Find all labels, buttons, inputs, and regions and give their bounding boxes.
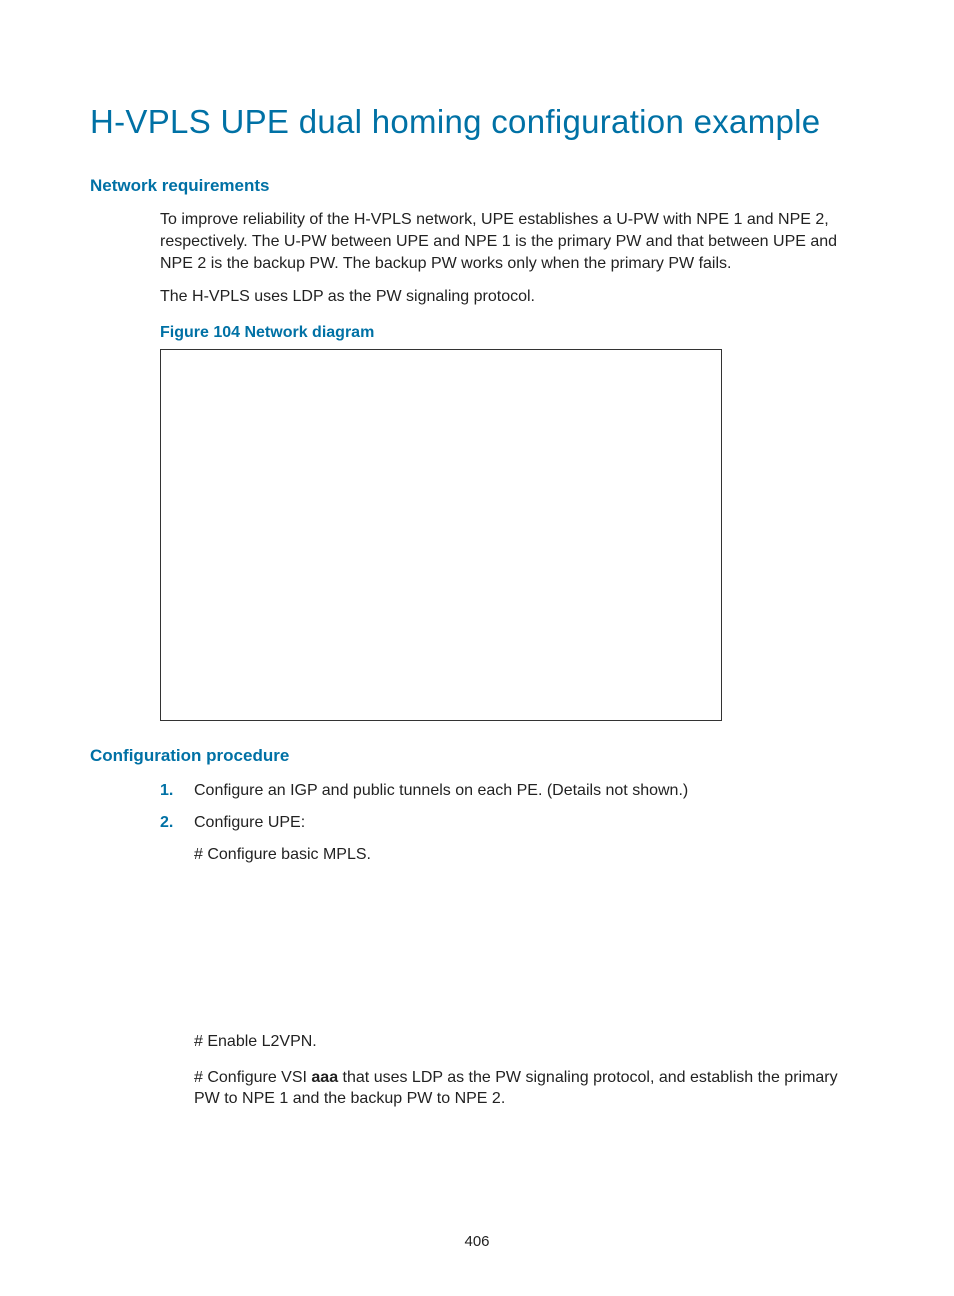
step-text: Configure UPE: bbox=[194, 812, 864, 834]
step-text: Configure an IGP and public tunnels on e… bbox=[194, 780, 864, 802]
procedure-step-1: 1. Configure an IGP and public tunnels o… bbox=[160, 780, 864, 802]
substep-configure-mpls: # Configure basic MPLS. bbox=[194, 844, 864, 866]
procedure-list: 1. Configure an IGP and public tunnels o… bbox=[160, 780, 864, 833]
nr-para-1: To improve reliability of the H-VPLS net… bbox=[160, 209, 864, 274]
blank-gap bbox=[90, 879, 864, 1029]
page-number: 406 bbox=[0, 1232, 954, 1252]
vsi-name-bold: aaa bbox=[311, 1069, 338, 1086]
page-title: H-VPLS UPE dual homing configuration exa… bbox=[90, 100, 864, 145]
config-procedure-body: 1. Configure an IGP and public tunnels o… bbox=[160, 780, 864, 833]
network-requirements-body: To improve reliability of the H-VPLS net… bbox=[160, 209, 864, 721]
heading-configuration-procedure: Configuration procedure bbox=[90, 745, 864, 768]
page-container: H-VPLS UPE dual homing configuration exa… bbox=[0, 0, 954, 1296]
heading-network-requirements: Network requirements bbox=[90, 175, 864, 198]
substep-enable-l2vpn: # Enable L2VPN. bbox=[194, 1031, 864, 1053]
step-number: 1. bbox=[160, 780, 194, 802]
substep-configure-vsi: # Configure VSI aaa that uses LDP as the… bbox=[194, 1067, 864, 1110]
procedure-step-2: 2. Configure UPE: bbox=[160, 812, 864, 834]
vsi-text-pre: # Configure VSI bbox=[194, 1069, 311, 1086]
step-number: 2. bbox=[160, 812, 194, 834]
figure-placeholder bbox=[160, 349, 722, 721]
figure-caption: Figure 104 Network diagram bbox=[160, 322, 864, 344]
nr-para-2: The H-VPLS uses LDP as the PW signaling … bbox=[160, 286, 864, 308]
